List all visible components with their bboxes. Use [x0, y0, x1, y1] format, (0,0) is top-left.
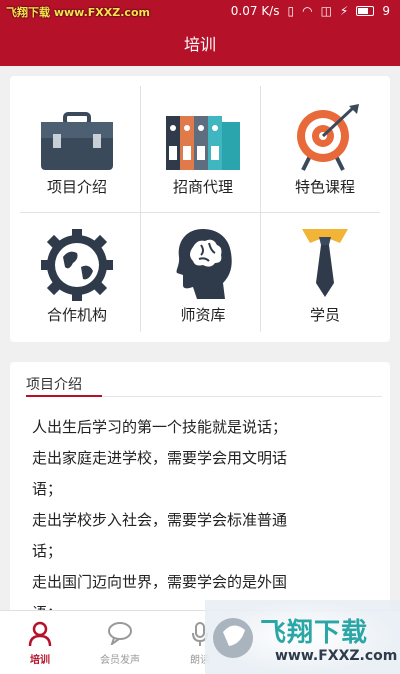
sim-icon: ◫ — [320, 4, 332, 18]
chat-bubble-icon — [107, 621, 133, 649]
grid-item-label: 学员 — [309, 306, 340, 324]
tab-label: 会员发声 — [100, 655, 140, 666]
vibrate-icon: ▯ — [287, 4, 295, 18]
section-title: 项目介绍 — [26, 377, 82, 393]
charging-icon: ⚡ — [339, 4, 349, 18]
target-icon — [289, 104, 361, 176]
section-title-accent — [26, 395, 102, 397]
battery-icon — [356, 6, 375, 16]
grid-item-label: 合作机构 — [46, 306, 107, 324]
grid-item-label: 项目介绍 — [46, 178, 107, 196]
status-bar: 飞翔下载 www.FXXZ.com 0.07 K/s ▯ ◠ ◫ ⚡ 9 — [0, 0, 400, 24]
briefcase-icon — [39, 112, 115, 176]
tab-label: 培训 — [30, 655, 50, 666]
status-indicators: 0.07 K/s ▯ ◠ ◫ ⚡ 9 — [231, 4, 390, 18]
grid-item-students[interactable]: 学员 — [262, 209, 388, 342]
watermark-brand-text: 飞翔下载 — [260, 618, 369, 648]
watermark-text-top: 飞翔下载 www.FXXZ.com — [6, 6, 150, 19]
person-icon — [28, 621, 52, 651]
grid-item-courses[interactable]: 特色课程 — [262, 76, 388, 209]
grid-item-faculty[interactable]: 师资库 — [140, 209, 266, 342]
feature-grid: 项目介绍 招商代理 特色课程 合作机构 师资库 学员 — [10, 76, 390, 342]
grid-item-partners[interactable]: 合作机构 — [14, 209, 140, 342]
grid-item-project-intro[interactable]: 项目介绍 — [14, 76, 140, 209]
tab-training[interactable]: 培训 — [0, 611, 80, 674]
brain-head-icon — [171, 225, 235, 305]
tab-member-voice[interactable]: 会员发声 — [80, 611, 160, 674]
network-speed: 0.07 K/s — [230, 4, 280, 18]
globe-gear-icon — [39, 227, 115, 307]
watermark-logo: 飞翔下载 www.FXXZ.com — [205, 600, 400, 674]
grid-item-label: 招商代理 — [172, 178, 233, 196]
binders-icon — [164, 112, 242, 176]
wifi-icon: ◠ — [302, 4, 313, 18]
grid-item-label: 特色课程 — [294, 178, 355, 196]
app-header: 培训 — [0, 24, 400, 66]
battery-level: 9 — [382, 4, 390, 18]
page-title: 培训 — [183, 35, 216, 54]
shirt-tie-icon — [300, 227, 350, 303]
grid-item-label: 师资库 — [180, 306, 226, 324]
watermark-url-text: www.FXXZ.com — [275, 648, 398, 664]
grid-item-agency[interactable]: 招商代理 — [140, 76, 266, 209]
intro-text: 人出生后学习的第一个技能就是说话； 走出家庭走进学校，需要学会用文明话 语； 走… — [32, 418, 288, 622]
